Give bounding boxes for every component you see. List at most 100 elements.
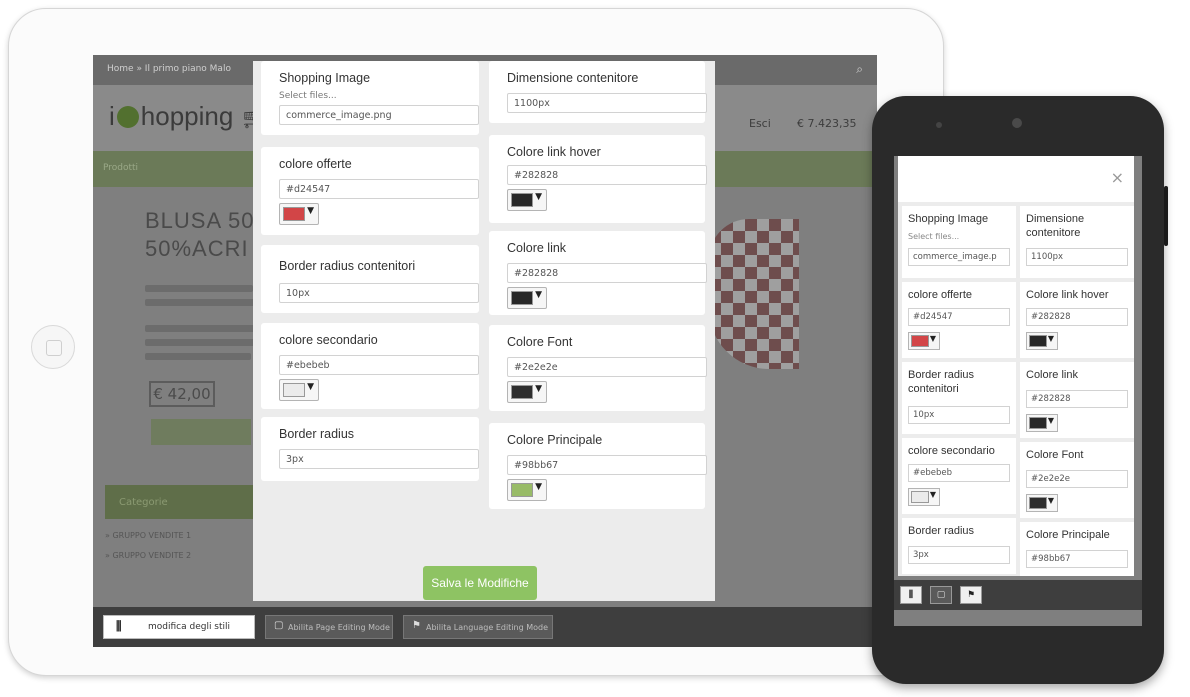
colore-link-hover-input[interactable]: #282828 xyxy=(507,165,707,185)
card-shopping-image: Shopping Image Select files... commerce_… xyxy=(902,206,1016,278)
page-editing-mode-button[interactable]: ▢ Abilita Page Editing Mode xyxy=(265,615,393,639)
dimensione-contenitore-input[interactable]: 1100px xyxy=(1026,248,1128,266)
color-picker[interactable]: ▼ xyxy=(279,379,319,401)
field-label: colore offerte xyxy=(279,157,352,171)
dropdown-arrow-icon: ▼ xyxy=(307,382,314,392)
flag-icon: ⚑ xyxy=(412,620,421,631)
product-desc-line xyxy=(145,339,257,346)
select-files-link[interactable]: Select files... xyxy=(279,91,337,101)
field-label: Border radius contenitori xyxy=(908,369,975,395)
dropdown-arrow-icon: ▼ xyxy=(1047,334,1054,343)
colore-principale-input[interactable]: #98bb67 xyxy=(507,455,707,475)
colore-link-input[interactable]: #282828 xyxy=(1026,390,1128,408)
colore-offerte-input[interactable]: #d24547 xyxy=(908,308,1010,326)
dimensione-contenitore-input[interactable]: 1100px xyxy=(507,93,707,113)
color-chip xyxy=(283,383,305,397)
color-picker[interactable]: ▼ xyxy=(908,332,940,350)
colore-secondario-input[interactable]: #ebebeb xyxy=(908,464,1010,482)
colore-font-input[interactable]: #2e2e2e xyxy=(1026,470,1128,488)
colore-secondario-input[interactable]: #ebebeb xyxy=(279,355,479,375)
field-label: Colore link hover xyxy=(1026,289,1109,301)
logo-prefix: i xyxy=(109,101,115,131)
dropdown-arrow-icon: ▼ xyxy=(307,206,314,216)
phone-screen: × Shopping Image Select files... commerc… xyxy=(894,156,1142,626)
edit-toolbar: ⫼ modifica degli stili ▢ Abilita Page Ed… xyxy=(93,607,877,647)
phone-device: × Shopping Image Select files... commerc… xyxy=(872,96,1168,684)
site-logo[interactable]: ihopping 🛒︎ xyxy=(109,101,266,132)
style-editor-modal: Shopping Image Select files... commerce_… xyxy=(253,61,715,601)
color-picker[interactable]: ▼ xyxy=(279,203,319,225)
logout-link[interactable]: Esci xyxy=(749,117,771,130)
card-border-radius-contenitori: Border radius contenitori 10px xyxy=(902,362,1016,434)
color-picker[interactable]: ▼ xyxy=(507,479,547,501)
color-chip xyxy=(511,193,533,207)
field-label: colore offerte xyxy=(908,289,973,301)
color-chip xyxy=(511,385,533,399)
card-border-radius-contenitori: Border radius contenitori 10px xyxy=(261,245,479,313)
color-chip xyxy=(511,483,533,497)
color-chip xyxy=(511,291,533,305)
dropdown-arrow-icon: ▼ xyxy=(535,384,542,394)
breadcrumb[interactable]: Home » Il primo piano Malo xyxy=(107,64,231,74)
cart-amount[interactable]: € 7.423,35 xyxy=(797,117,856,130)
colore-principale-input[interactable]: #98bb67 xyxy=(1026,550,1128,568)
colore-link-hover-input[interactable]: #282828 xyxy=(1026,308,1128,326)
card-dimensione-contenitore: Dimensione contenitore 1100px xyxy=(1020,206,1134,278)
colore-offerte-input[interactable]: #d24547 xyxy=(279,179,479,199)
card-colore-link: Colore link #282828 ▼ xyxy=(1020,362,1134,438)
card-border-radius: Border radius 3px xyxy=(902,518,1016,574)
field-label: Colore link xyxy=(1026,369,1078,381)
phone-side-button xyxy=(1164,186,1168,246)
category-item[interactable]: » GRUPPO VENDITE 2 xyxy=(105,551,191,560)
nav-item[interactable]: Prodotti xyxy=(103,163,138,173)
dropdown-arrow-icon: ▼ xyxy=(1047,416,1054,425)
page-editing-label: Abilita Page Editing Mode xyxy=(288,623,390,632)
dropdown-arrow-icon: ▼ xyxy=(535,192,542,202)
border-radius-input[interactable]: 3px xyxy=(908,546,1010,564)
close-icon[interactable]: × xyxy=(1111,168,1124,187)
category-item[interactable]: » GRUPPO VENDITE 1 xyxy=(105,531,191,540)
card-colore-link-hover: Colore link hover #282828 ▼ xyxy=(1020,282,1134,358)
colore-font-input[interactable]: #2e2e2e xyxy=(507,357,707,377)
categories-title: Categorie xyxy=(119,497,168,508)
search-icon[interactable]: ⌕ xyxy=(856,62,863,77)
flag-icon[interactable]: ⚑ xyxy=(960,586,982,604)
dropdown-arrow-icon: ▼ xyxy=(535,482,542,492)
sliders-icon[interactable]: ⫼ xyxy=(900,586,922,604)
dropdown-arrow-icon: ▼ xyxy=(1047,496,1054,505)
shopping-image-input[interactable]: commerce_image.png xyxy=(279,105,479,125)
border-radius-input[interactable]: 3px xyxy=(279,449,479,469)
shopping-image-input[interactable]: commerce_image.p xyxy=(908,248,1010,266)
field-label: Colore link xyxy=(507,241,567,255)
save-changes-button[interactable]: Salva le Modifiche xyxy=(423,566,537,600)
card-colore-offerte: colore offerte #d24547 ▼ xyxy=(902,282,1016,358)
home-button xyxy=(31,325,75,369)
logo-circle-icon xyxy=(116,106,139,128)
add-to-cart-button[interactable] xyxy=(151,419,251,445)
style-editor-toggle[interactable]: ⫼ modifica degli stili xyxy=(103,615,255,639)
border-radius-contenitori-input[interactable]: 10px xyxy=(908,406,1010,424)
color-picker[interactable]: ▼ xyxy=(1026,494,1058,512)
card-colore-link-hover: Colore link hover #282828 ▼ xyxy=(489,135,707,223)
color-picker[interactable]: ▼ xyxy=(1026,332,1058,350)
card-colore-font: Colore Font #2e2e2e ▼ xyxy=(489,325,707,411)
dropdown-arrow-icon: ▼ xyxy=(929,490,936,499)
color-picker[interactable]: ▼ xyxy=(507,287,547,309)
colore-link-input[interactable]: #282828 xyxy=(507,263,707,283)
field-label: Colore link hover xyxy=(507,145,601,159)
language-editing-mode-button[interactable]: ⚑ Abilita Language Editing Mode xyxy=(403,615,553,639)
field-label: Colore Font xyxy=(507,335,573,349)
color-picker[interactable]: ▼ xyxy=(1026,414,1058,432)
product-price: € 42,00 xyxy=(149,381,215,407)
border-radius-contenitori-input[interactable]: 10px xyxy=(279,283,479,303)
select-files-link[interactable]: Select files... xyxy=(908,232,959,241)
color-picker[interactable]: ▼ xyxy=(507,381,547,403)
card-colore-link: Colore link #282828 ▼ xyxy=(489,231,707,315)
field-label: Border radius contenitori xyxy=(279,259,416,273)
field-label: Colore Font xyxy=(1026,449,1084,461)
color-chip xyxy=(1029,497,1047,509)
dropdown-arrow-icon: ▼ xyxy=(929,334,936,343)
color-picker[interactable]: ▼ xyxy=(908,488,940,506)
color-picker[interactable]: ▼ xyxy=(507,189,547,211)
page-icon[interactable]: ▢ xyxy=(930,586,952,604)
